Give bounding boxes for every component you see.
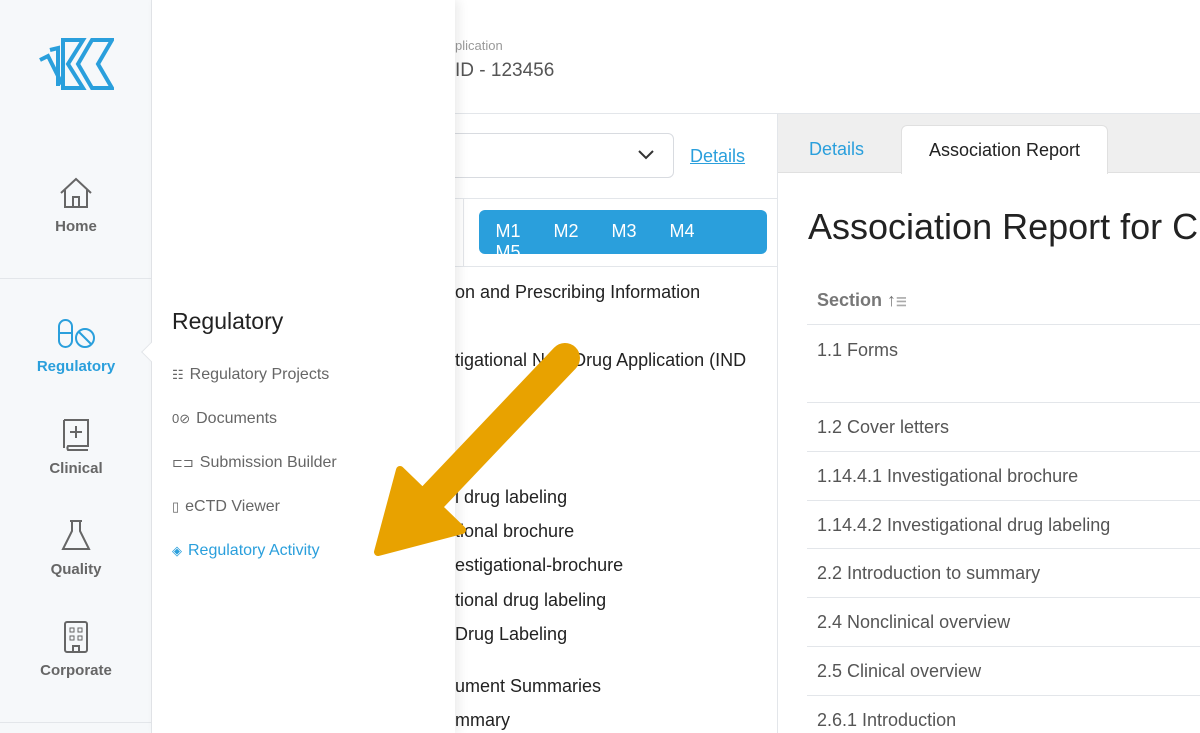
pill-icon: 0⊘ <box>172 411 191 426</box>
flyout-item-label: Documents <box>196 410 278 427</box>
tree-item[interactable]: tional brochure <box>455 521 574 542</box>
flyout-item-label: Regulatory Projects <box>189 366 330 383</box>
tree-item[interactable]: tigational New Drug Application (IND <box>455 350 746 371</box>
report-title: Association Report for C <box>808 206 1199 247</box>
table-row[interactable]: 2.4 Nonclinical overview <box>817 612 1010 633</box>
tree-item[interactable]: l drug labeling <box>455 487 567 508</box>
flyout-item-label: Regulatory Activity <box>188 542 320 559</box>
table-row[interactable]: 1.14.4.2 Investigational drug labeling <box>817 515 1110 536</box>
tab-details[interactable]: Details <box>809 139 864 160</box>
flyout-item-regulatory-projects[interactable]: ☷ Regulatory Projects <box>172 366 329 384</box>
nav-corporate[interactable]: Corporate <box>0 620 152 679</box>
flyout-item-submission-builder[interactable]: ⊏⊐ Submission Builder <box>172 454 337 472</box>
table-row[interactable]: 2.6.1 Introduction <box>817 710 956 731</box>
flask-icon <box>61 520 91 550</box>
folder-tree-icon: ⊏⊐ <box>172 455 194 470</box>
clipboard-badge-icon: ◈ <box>172 543 182 558</box>
logo <box>39 38 114 90</box>
medical-book-icon <box>63 419 89 451</box>
flyout-item-ectd-viewer[interactable]: ▯ eCTD Viewer <box>172 498 280 516</box>
tab-association-report[interactable]: Association Report <box>901 125 1108 174</box>
building-icon <box>64 621 88 653</box>
tree-item[interactable]: ument Summaries <box>455 676 601 697</box>
left-rail: Home Regulatory Clinical Quality Corpora… <box>0 0 152 733</box>
flyout-item-documents[interactable]: 0⊘ Documents <box>172 410 277 428</box>
nav-quality[interactable]: Quality <box>0 519 152 578</box>
flyout-item-label: Submission Builder <box>199 454 337 471</box>
nav-label: Quality <box>50 561 102 578</box>
checklist-icon: ☷ <box>172 367 184 382</box>
nav-label: Corporate <box>40 662 112 679</box>
tree-item[interactable]: mmary <box>455 710 510 731</box>
sort-ascending-icon[interactable]: ↑☰ <box>887 290 907 310</box>
flyout-item-label: eCTD Viewer <box>185 498 280 515</box>
nav-home[interactable]: Home <box>0 176 152 235</box>
nav-regulatory[interactable]: Regulatory <box>0 318 152 375</box>
nav-label: Home <box>55 218 97 235</box>
tree-item[interactable]: on and Prescribing Information <box>455 282 700 303</box>
clipboard-icon: ▯ <box>172 499 180 514</box>
nav-label: Regulatory <box>36 358 116 375</box>
tree-item[interactable]: tional drug labeling <box>455 590 606 611</box>
nav-label: Clinical <box>49 460 103 477</box>
home-icon <box>60 177 92 208</box>
table-row[interactable]: 2.5 Clinical overview <box>817 661 981 682</box>
column-header-section[interactable]: Section ↑☰ <box>817 290 907 311</box>
table-row[interactable]: 1.2 Cover letters <box>817 417 949 438</box>
pill-icon <box>58 319 95 348</box>
flyout-item-regulatory-activity[interactable]: ◈ Regulatory Activity <box>172 542 320 560</box>
table-row[interactable]: 2.2 Introduction to summary <box>817 563 1040 584</box>
nav-clinical[interactable]: Clinical <box>0 418 152 477</box>
flyout-title: Regulatory <box>172 308 284 334</box>
tree-item[interactable]: estigational-brochure <box>455 555 623 576</box>
regulatory-flyout: Regulatory ☷ Regulatory Projects 0⊘ Docume… <box>141 0 455 733</box>
tree-item[interactable]: Drug Labeling <box>455 624 567 645</box>
table-row[interactable]: 1.1 Forms <box>817 340 898 361</box>
table-row[interactable]: 1.14.4.1 Investigational brochure <box>817 466 1078 487</box>
